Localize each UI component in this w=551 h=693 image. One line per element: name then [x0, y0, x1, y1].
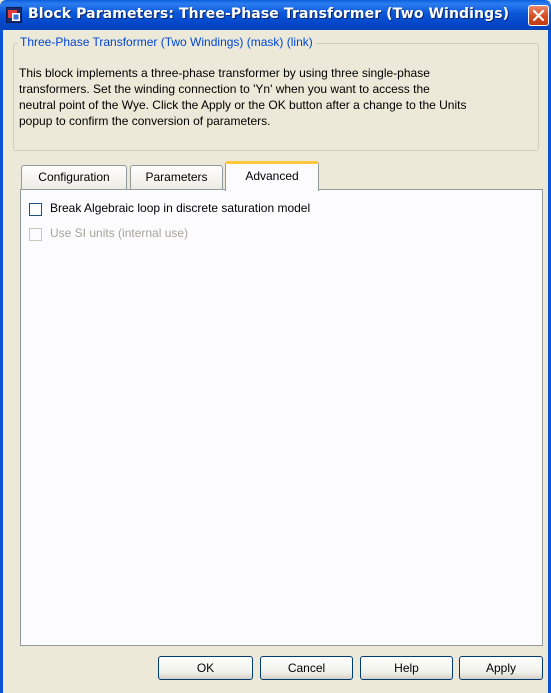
break-algebraic-loop-label[interactable]: Break Algebraic loop in discrete saturat…: [50, 201, 310, 215]
tab-parameters[interactable]: Parameters: [130, 165, 223, 189]
ok-button[interactable]: OK: [158, 656, 253, 680]
tab-advanced[interactable]: Advanced: [225, 161, 319, 191]
use-si-units-label: Use SI units (internal use): [50, 226, 189, 240]
simulink-block-icon: [6, 7, 22, 23]
close-icon: [532, 9, 545, 22]
description-line: transformers. Set the winding connection…: [19, 82, 430, 96]
close-button[interactable]: [528, 5, 549, 26]
window-title: Block Parameters: Three-Phase Transforme…: [28, 6, 510, 22]
advanced-tab-panel: Break Algebraic loop in discrete saturat…: [20, 189, 543, 646]
description-line: popup to confirm the conversion of param…: [19, 114, 271, 128]
description-line: neutral point of the Wye. Click the Appl…: [19, 98, 467, 112]
tab-configuration[interactable]: Configuration: [21, 165, 127, 189]
mask-description: This block implements a three-phase tran…: [19, 65, 541, 129]
cancel-button[interactable]: Cancel: [260, 656, 353, 680]
description-line: This block implements a three-phase tran…: [19, 66, 430, 80]
break-algebraic-loop-checkbox[interactable]: [29, 203, 42, 216]
help-button[interactable]: Help: [360, 656, 453, 680]
mask-group-legend: Three-Phase Transformer (Two Windings) (…: [18, 35, 315, 49]
title-bar[interactable]: Block Parameters: Three-Phase Transforme…: [0, 0, 551, 30]
use-si-units-checkbox: [29, 228, 42, 241]
window-frame-left: [0, 30, 3, 693]
apply-button[interactable]: Apply: [459, 656, 543, 680]
